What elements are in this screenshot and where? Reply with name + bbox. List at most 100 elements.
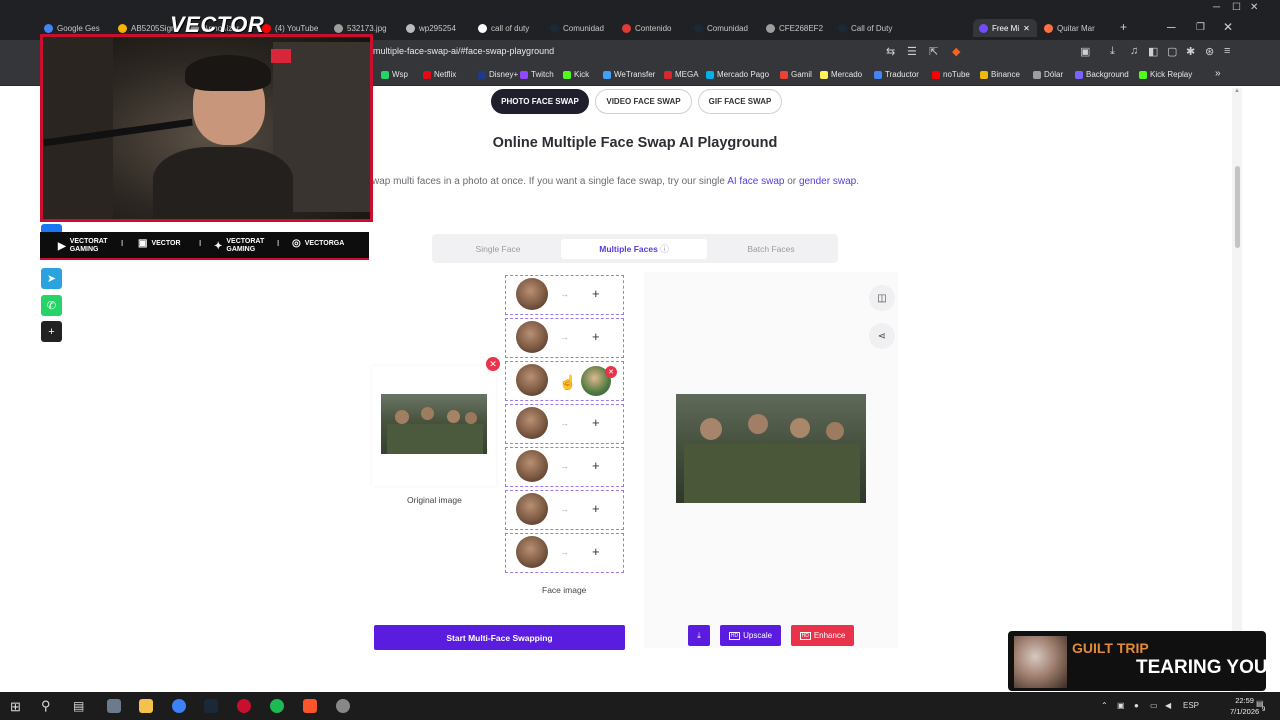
add-face-icon[interactable]: +: [592, 544, 600, 559]
bookmark-item[interactable]: Twitch: [520, 70, 554, 79]
shield-icon[interactable]: ◆: [952, 45, 960, 58]
system-clock[interactable]: 22:59 7/1/2026: [1230, 695, 1259, 717]
gif-face-swap-tab[interactable]: GIF FACE SWAP: [698, 89, 782, 114]
video-face-swap-tab[interactable]: VIDEO FACE SWAP: [595, 89, 692, 114]
close-window-icon[interactable]: ✕: [1223, 20, 1233, 34]
discord-icon[interactable]: [172, 699, 186, 713]
telegram-share-icon[interactable]: ➤: [41, 268, 62, 289]
gender-swap-link[interactable]: gender swap: [799, 176, 856, 187]
bookmark-item[interactable]: Mercado: [820, 70, 862, 79]
vpn-icon[interactable]: ⊛: [1205, 45, 1214, 58]
maximize-top-icon[interactable]: ☐: [1232, 2, 1241, 13]
remove-face-icon[interactable]: ✕: [605, 366, 617, 378]
language-indicator[interactable]: ESP: [1183, 701, 1199, 710]
task-view-icon[interactable]: ▤: [73, 699, 84, 713]
minimize-top-icon[interactable]: ─: [1213, 2, 1220, 13]
steam-icon[interactable]: [204, 699, 218, 713]
remove-original-icon[interactable]: ✕: [486, 357, 500, 371]
browser-tab[interactable]: wp295254: [406, 19, 472, 37]
bookmark-item[interactable]: Disney+: [478, 70, 518, 79]
tab-batch-faces[interactable]: Batch Faces: [709, 239, 833, 259]
wallet-icon[interactable]: ▢: [1167, 45, 1177, 58]
share-icon[interactable]: ⇱: [929, 45, 938, 58]
reader-icon[interactable]: ☰: [907, 45, 917, 58]
social-handle: VECTOR: [151, 240, 180, 248]
bookmark-item[interactable]: Kick Replay: [1139, 70, 1192, 79]
bookmark-item[interactable]: Kick: [563, 70, 589, 79]
extensions-icon[interactable]: ✱: [1186, 45, 1195, 58]
tab-multiple-faces[interactable]: Multiple Faces ⓘ: [561, 239, 707, 259]
add-face-icon[interactable]: +: [592, 415, 600, 430]
start-multi-face-swapping-button[interactable]: Start Multi-Face Swapping: [374, 625, 625, 650]
bookmark-item[interactable]: Netflix: [423, 70, 456, 79]
browser-tab[interactable]: Free Mi ✕: [973, 19, 1037, 37]
detected-face-thumbnail: [516, 450, 548, 482]
new-tab-icon[interactable]: +: [1120, 20, 1127, 34]
bookmark-item[interactable]: Traductor: [874, 70, 919, 79]
network-icon[interactable]: ▭: [1150, 701, 1158, 710]
social-handle: VECTORAT GAMING: [70, 238, 108, 254]
browser-tab[interactable]: Comunidad: [550, 19, 616, 37]
upscale-button[interactable]: HD Upscale: [720, 625, 781, 646]
media-icon[interactable]: ♫: [1130, 45, 1138, 57]
spotify-icon[interactable]: [270, 699, 284, 713]
browser-tab[interactable]: Comunidad: [694, 19, 760, 37]
scrollbar-thumb[interactable]: [1235, 166, 1240, 248]
url-text[interactable]: multiple-face-swap-ai/#face-swap-playgro…: [373, 46, 554, 56]
add-face-icon[interactable]: +: [592, 501, 600, 516]
bookmark-item[interactable]: Gamil: [780, 70, 812, 79]
ai-face-swap-link[interactable]: AI face swap: [727, 176, 784, 187]
download-icon[interactable]: ⤓: [1110, 45, 1115, 58]
bookmark-item[interactable]: Background: [1075, 70, 1129, 79]
minimize-icon[interactable]: ─: [1167, 20, 1176, 34]
photo-face-swap-tab[interactable]: PHOTO FACE SWAP: [491, 89, 589, 114]
browser-tab[interactable]: Call of Duty: [838, 19, 904, 37]
add-face-icon[interactable]: +: [592, 458, 600, 473]
scroll-up-icon[interactable]: ▲: [1234, 88, 1240, 94]
more-share-icon[interactable]: +: [41, 321, 62, 342]
bookmark-item[interactable]: Mercado Pago: [706, 70, 769, 79]
add-face-icon[interactable]: +: [592, 329, 600, 344]
browser-tab[interactable]: Contenido: [622, 19, 688, 37]
original-image-thumbnail[interactable]: [381, 394, 487, 454]
bookmark-item[interactable]: WeTransfer: [603, 70, 655, 79]
info-icon[interactable]: ⓘ: [660, 243, 669, 255]
microphone-icon[interactable]: ●: [1134, 701, 1139, 710]
add-face-icon[interactable]: +: [592, 286, 600, 301]
close-tab-icon[interactable]: ✕: [1023, 24, 1030, 33]
tab-single-face[interactable]: Single Face: [437, 239, 559, 259]
bookmark-item[interactable]: noTube: [932, 70, 970, 79]
browser-tab[interactable]: CFE268EF2: [766, 19, 832, 37]
sidebar-icon[interactable]: ▣: [1080, 45, 1090, 58]
tray-expand-icon[interactable]: ⌃: [1101, 701, 1108, 710]
brave-icon[interactable]: [303, 699, 317, 713]
tab-favicon-icon: [118, 23, 127, 33]
bookmark-item[interactable]: MEGA: [664, 70, 699, 79]
restore-icon[interactable]: ❐: [1196, 22, 1205, 33]
start-icon[interactable]: ⊞: [10, 699, 21, 715]
result-image[interactable]: [676, 394, 866, 503]
download-result-button[interactable]: ⤓: [688, 625, 710, 646]
compare-icon[interactable]: ◫: [869, 285, 895, 311]
app-icon-generic[interactable]: [107, 699, 121, 713]
share-result-icon[interactable]: ⋖: [869, 323, 895, 349]
opera-icon[interactable]: [237, 699, 251, 713]
obs-icon[interactable]: [336, 699, 350, 713]
volume-icon[interactable]: ◀: [1165, 701, 1171, 710]
search-icon[interactable]: ⚲: [41, 698, 51, 714]
file-explorer-icon[interactable]: [139, 699, 153, 713]
bookmark-item[interactable]: Wsp: [381, 70, 408, 79]
split-view-icon[interactable]: ◧: [1148, 45, 1158, 58]
tab-label: 532173.jpg: [347, 23, 387, 33]
browser-tab[interactable]: Quitar Mar: [1044, 19, 1104, 37]
bookmark-item[interactable]: Dólar: [1033, 70, 1063, 79]
browser-tab[interactable]: call of duty: [478, 19, 544, 37]
bookmark-item[interactable]: Binance: [980, 70, 1020, 79]
translate-icon[interactable]: ⇆: [886, 45, 895, 58]
menu-icon[interactable]: ≡: [1224, 45, 1230, 57]
whatsapp-share-icon[interactable]: ✆: [41, 295, 62, 316]
more-bookmarks-icon[interactable]: »: [1215, 68, 1221, 79]
tray-app-icon[interactable]: ▣: [1117, 701, 1125, 710]
close-top-icon[interactable]: ✕: [1250, 2, 1258, 13]
enhance-button[interactable]: HD Enhance: [791, 625, 854, 646]
